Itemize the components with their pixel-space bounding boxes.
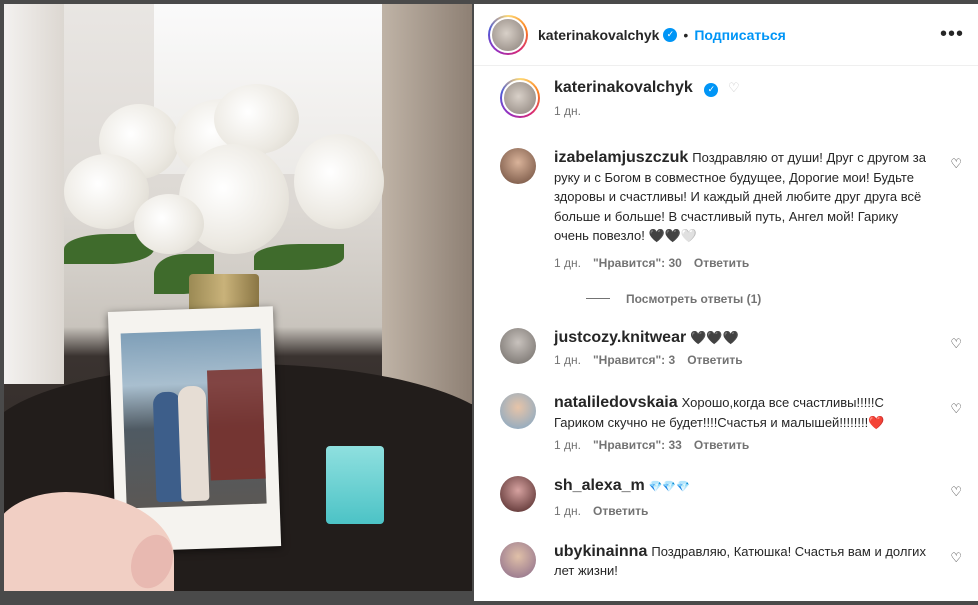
like-heart-icon[interactable]: ♡	[950, 401, 962, 417]
comment-likes[interactable]: "Нравится": 33	[593, 438, 682, 452]
caption-time: 1 дн.	[554, 103, 581, 118]
comment-likes[interactable]: "Нравится": 30	[593, 256, 682, 270]
like-heart-icon[interactable]: ♡	[950, 484, 962, 500]
comment-time: 1 дн.	[554, 438, 581, 452]
author-avatar[interactable]	[488, 14, 528, 55]
reply-button[interactable]: Ответить	[694, 256, 749, 270]
follow-button[interactable]: Подписаться	[694, 27, 786, 43]
comment-username[interactable]: sh_alexa_m	[554, 477, 645, 494]
comments-panel: katerinakovalchyk ✓ • Подписаться ••• ka…	[474, 4, 978, 601]
comment-username[interactable]: izabelamjuszczuk	[554, 149, 688, 166]
comment-item: nataliledovskaia Хорошо,когда все счастли…	[500, 393, 964, 452]
comment-username[interactable]: justcozy.knitwear	[554, 329, 686, 346]
caption-username[interactable]: katerinakovalchyk	[554, 79, 693, 96]
comment-time: 1 дн.	[554, 255, 581, 270]
post-header: katerinakovalchyk ✓ • Подписаться •••	[474, 4, 978, 66]
comment-likes[interactable]: "Нравится": 3	[593, 353, 675, 367]
caption-avatar[interactable]	[500, 78, 540, 118]
comment-item: sh_alexa_m 💎💎💎 1 дн. Ответить ♡	[500, 476, 964, 518]
comment-text: 💎💎💎	[648, 481, 690, 493]
comment-item: justcozy.knitwear 🖤🖤🖤 1 дн. "Нравится": 3…	[500, 327, 964, 367]
view-replies-button[interactable]: Посмотреть ответы (1)	[586, 292, 964, 306]
post-photo[interactable]	[4, 4, 472, 591]
comment-list: katerinakovalchyk ✓ ♡ 1 дн. izabelamjusz…	[474, 66, 978, 581]
commenter-avatar[interactable]	[500, 148, 536, 184]
commenter-avatar[interactable]	[500, 393, 536, 429]
reply-button[interactable]: Ответить	[687, 353, 742, 367]
like-heart-icon[interactable]: ♡	[950, 156, 962, 172]
commenter-avatar[interactable]	[500, 541, 536, 578]
separator-dot: •	[683, 26, 689, 43]
comment-item: ubykinainna Поздравляю, Катюшка! Счастья …	[500, 541, 964, 581]
more-options-icon[interactable]: •••	[940, 23, 964, 46]
gift-box	[326, 446, 384, 524]
like-heart-icon[interactable]: ♡	[950, 550, 962, 566]
comment-username[interactable]: nataliledovskaia	[554, 394, 678, 411]
author-username[interactable]: katerinakovalchyk	[538, 27, 659, 43]
comment-time: 1 дн.	[554, 353, 581, 367]
reply-button[interactable]: Ответить	[694, 438, 749, 452]
comment-time: 1 дн.	[554, 503, 581, 518]
caption-row: katerinakovalchyk ✓ ♡ 1 дн.	[500, 78, 964, 118]
commenter-avatar[interactable]	[500, 327, 536, 364]
like-heart-icon[interactable]: ♡	[950, 336, 962, 352]
stage: katerinakovalchyk ✓ • Подписаться ••• ka…	[0, 0, 978, 605]
comment-text: 🖤🖤🖤	[690, 329, 739, 345]
caption-heart-icon[interactable]: ♡	[728, 80, 740, 95]
commenter-avatar[interactable]	[500, 476, 536, 512]
comment-item: izabelamjuszczuk Поздравляю от души! Друг…	[500, 148, 964, 270]
reply-button[interactable]: Ответить	[593, 504, 648, 518]
comment-username[interactable]: ubykinainna	[554, 543, 647, 560]
verified-badge-icon: ✓	[663, 27, 678, 42]
verified-badge-icon: ✓	[704, 82, 719, 97]
